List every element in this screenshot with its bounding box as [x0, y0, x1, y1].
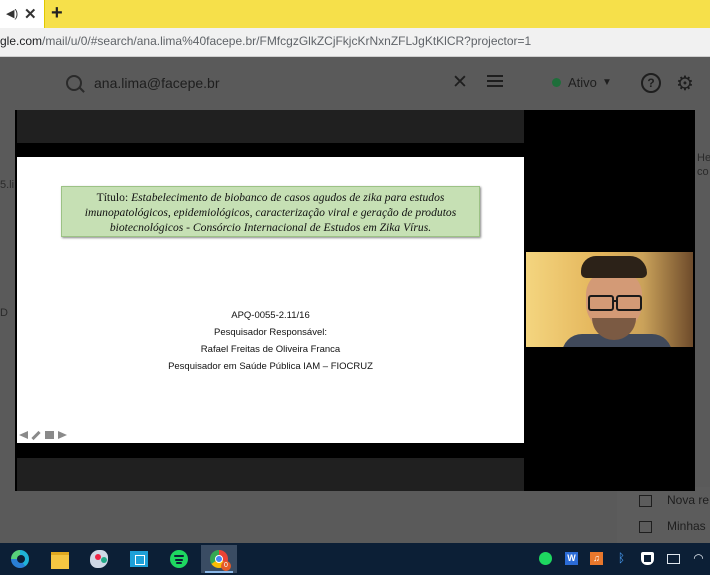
new-item-icon: [639, 495, 652, 507]
side-fragment: co: [697, 166, 709, 178]
pen-icon[interactable]: [31, 430, 41, 441]
video-letterbox-top: [17, 110, 524, 143]
right-panel-item[interactable]: Nova re: [667, 493, 709, 507]
url-path: /mail/u/0/#search/ana.lima%40facepe.br/F…: [42, 34, 532, 48]
calendar-icon: [639, 521, 652, 533]
tray-spotify-icon[interactable]: [539, 552, 552, 565]
next-slide-icon[interactable]: [58, 431, 67, 439]
store-icon: [130, 551, 148, 567]
gear-icon[interactable]: ⚙: [676, 71, 694, 96]
attachment-viewer: Título: Estabelecimento de biobanco de c…: [15, 110, 695, 491]
side-fragment: 5.li: [0, 179, 15, 191]
previous-slide-icon[interactable]: [19, 431, 28, 439]
slide-title-text: Estabelecimento de biobanco de casos agu…: [84, 191, 457, 234]
chrome-badge: 0: [221, 561, 231, 571]
spotify-icon: [170, 550, 188, 568]
windows-taskbar: 0 W ♫ ᛒ ◠: [0, 543, 710, 575]
clear-search-icon[interactable]: ✕: [452, 71, 468, 94]
url-text[interactable]: gle.com/mail/u/0/#search/ana.lima%40face…: [0, 34, 531, 48]
speaker-icon[interactable]: ◀): [6, 7, 18, 20]
folder-icon: [51, 552, 69, 569]
role-label: Pesquisador Responsável:: [213, 327, 327, 338]
slide-info: APQ-0055-2.11/16 Pesquisador Responsável…: [17, 307, 524, 375]
browser-tab[interactable]: ◀) ✕: [0, 0, 45, 28]
taskbar-app-store[interactable]: [121, 545, 157, 573]
search-input[interactable]: ana.lima@facepe.br: [94, 75, 220, 91]
paint-icon: [90, 550, 108, 568]
slide-title-label: Título:: [96, 191, 129, 204]
right-panel: Nova re Minhas: [617, 487, 710, 543]
presenter-glasses-right: [616, 295, 642, 311]
taskbar-app-edge[interactable]: [2, 545, 38, 573]
security-shield-icon[interactable]: [641, 552, 654, 565]
help-icon[interactable]: ?: [641, 73, 661, 93]
presentation-slide: Título: Estabelecimento de biobanco de c…: [17, 157, 524, 443]
taskbar-app-paint[interactable]: [81, 545, 117, 573]
chevron-down-icon: ▼: [602, 77, 612, 88]
presenter-hair: [581, 256, 647, 278]
taskbar-app-chrome[interactable]: 0: [201, 545, 237, 573]
edge-icon: [11, 550, 29, 568]
presenter-webcam: [526, 252, 693, 347]
wifi-icon[interactable]: ◠: [692, 552, 705, 565]
tray-word-icon[interactable]: W: [565, 552, 578, 565]
researcher-affiliation: Pesquisador em Saúde Pública IAM – FIOCR…: [168, 361, 373, 372]
presenter-glasses-left: [588, 295, 614, 311]
address-bar[interactable]: gle.com/mail/u/0/#search/ana.lima%40face…: [0, 28, 710, 57]
right-panel-item[interactable]: Minhas: [667, 519, 706, 533]
tray-audio-icon[interactable]: ♫: [590, 552, 603, 565]
video-letterbox-bottom: [17, 458, 524, 491]
status-dot-icon: [552, 78, 561, 87]
mail-search-bar[interactable]: ana.lima@facepe.br ✕: [48, 67, 518, 101]
project-code: APQ-0055-2.11/16: [231, 310, 310, 321]
researcher-name: Rafael Freitas de Oliveira Franca: [200, 344, 341, 355]
url-host: gle.com: [0, 34, 43, 48]
slide-title-box: Título: Estabelecimento de biobanco de c…: [61, 186, 480, 237]
bluetooth-icon[interactable]: ᛒ: [615, 552, 628, 565]
side-fragment: He: [697, 152, 710, 164]
slides-menu-icon[interactable]: [45, 431, 54, 439]
browser-tab-strip: ◀) ✕ +: [0, 0, 710, 28]
search-options-icon[interactable]: [487, 73, 503, 89]
close-tab-icon[interactable]: ✕: [24, 5, 37, 23]
status-label: Ativo: [568, 75, 597, 90]
search-icon[interactable]: [66, 75, 82, 91]
taskbar-app-spotify[interactable]: [161, 545, 197, 573]
taskbar-app-file-explorer[interactable]: [42, 545, 78, 573]
side-fragment: D: [0, 307, 8, 319]
display-icon[interactable]: [667, 554, 680, 564]
new-tab-button[interactable]: +: [51, 2, 63, 25]
